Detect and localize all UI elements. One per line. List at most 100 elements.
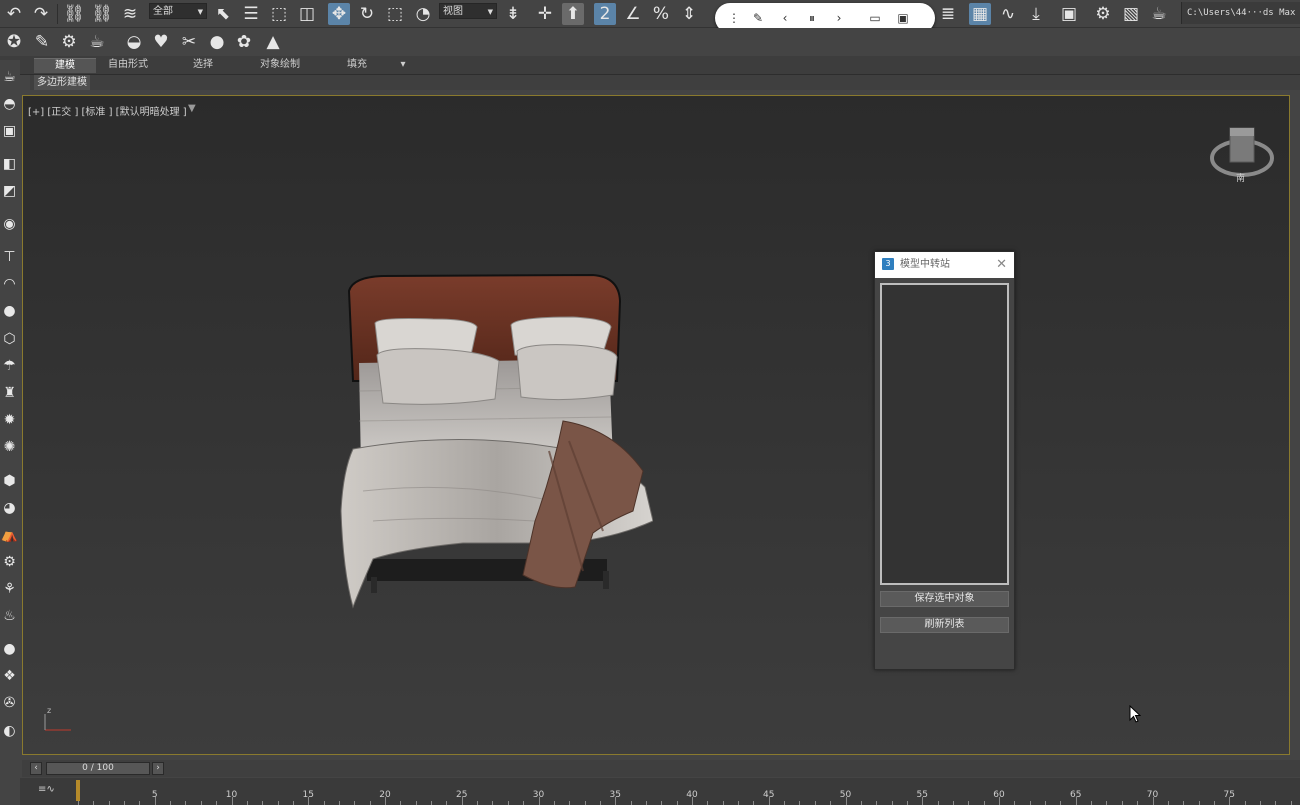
schematic-view-icon[interactable]: ⤓ xyxy=(1025,3,1047,25)
save-selected-button[interactable]: 保存选中对象 xyxy=(880,591,1009,607)
bed-model[interactable] xyxy=(313,271,653,616)
link-icon[interactable]: ⛓ xyxy=(63,3,85,25)
curve-editor-mini-icon[interactable]: ≡∿ xyxy=(38,784,55,795)
unlink-icon[interactable]: ⛓ xyxy=(91,3,113,25)
teapot-icon[interactable]: ☕ xyxy=(86,31,108,53)
ribbon-options-dropdown[interactable]: ▾ xyxy=(392,58,414,72)
annotate-icon[interactable]: ✎ xyxy=(751,11,765,25)
tab-modeling[interactable]: 建模 xyxy=(34,58,96,73)
half-sphere-icon[interactable]: ◠ xyxy=(0,273,19,295)
viewport-label[interactable]: [+] [正交 ] [标准 ] [默认明暗处理 ] xyxy=(28,103,187,118)
tool-icon[interactable]: ⊤ xyxy=(0,246,19,268)
plugin-heart-icon[interactable]: ♥ xyxy=(150,31,172,53)
render-preset-icon[interactable]: ◐ xyxy=(0,720,19,742)
timeline-tick xyxy=(507,801,509,805)
select-object-icon[interactable]: ⬉ xyxy=(212,3,234,25)
tab-populate[interactable]: 填充 xyxy=(326,58,388,72)
keyboard-shortcut-toggle-icon[interactable]: ⬆ xyxy=(562,3,584,25)
modify-file-icon[interactable]: ✎ xyxy=(31,31,53,53)
file-settings-icon[interactable]: ⚙ xyxy=(58,31,80,53)
model-list[interactable] xyxy=(880,283,1009,585)
cube-icon[interactable]: ⬢ xyxy=(0,470,19,492)
next-icon[interactable]: › xyxy=(832,11,846,25)
rotate-icon[interactable]: ↻ xyxy=(356,3,378,25)
next-frame-icon[interactable]: › xyxy=(152,762,164,775)
tab-selection[interactable]: 选择 xyxy=(172,58,234,72)
toggle-ribbon-icon[interactable]: ▦ xyxy=(969,3,991,25)
angle-snap-icon[interactable]: ∠ xyxy=(622,3,644,25)
reference-coord-dropdown[interactable]: 视图 ▼ xyxy=(439,3,497,19)
sun-light-icon[interactable]: ✹ xyxy=(0,409,19,431)
spinner-snap-icon[interactable]: ⇕ xyxy=(678,3,700,25)
dialog-titlebar[interactable]: 3 模型中转站 ✕ xyxy=(875,252,1014,278)
polygon-modeling-label[interactable]: 多边形建模 xyxy=(34,75,90,90)
timeline-tick xyxy=(569,801,571,805)
selection-filter-value: 全部 xyxy=(153,6,173,17)
timeline-tick-label: 15 xyxy=(302,790,314,800)
rendered-frame-window-icon[interactable]: ▧ xyxy=(1120,3,1142,25)
move-icon[interactable]: ✥ xyxy=(328,3,350,25)
extended-primitives-icon[interactable]: ◩ xyxy=(0,180,19,202)
refresh-list-button[interactable]: 刷新列表 xyxy=(880,617,1009,633)
pivot-center-icon[interactable]: ⇟ xyxy=(502,3,524,25)
curve-editor-icon[interactable]: ∿ xyxy=(997,3,1019,25)
tab-freeform[interactable]: 自由形式 xyxy=(97,58,159,72)
filter-icon[interactable]: ▼ xyxy=(188,103,196,114)
previous-icon[interactable]: ‹ xyxy=(778,11,792,25)
save-as-icon[interactable]: ▣ xyxy=(896,11,910,25)
close-icon[interactable]: ✕ xyxy=(996,252,1007,278)
window-crossing-icon[interactable]: ◫ xyxy=(296,3,318,25)
placement-icon[interactable]: ◔ xyxy=(412,3,434,25)
shapes-icon[interactable]: ◧ xyxy=(0,153,19,175)
render-setup-icon[interactable]: ⚙ xyxy=(1092,3,1114,25)
rect-selection-region-icon[interactable]: ⬚ xyxy=(268,3,290,25)
timeline-tick-label: 30 xyxy=(532,790,545,800)
more-icon[interactable]: ⋮ xyxy=(727,11,741,25)
palette-icon[interactable]: ✿ xyxy=(233,31,255,53)
triangle-tool-icon[interactable]: ▲ xyxy=(262,31,284,53)
ball-icon[interactable]: ● xyxy=(0,300,19,322)
material-editor-icon[interactable]: ▣ xyxy=(1058,3,1080,25)
track-bar[interactable]: ≡∿ 5 10 15 20 25 30 35 40 45 50 55 60 65 70 75 xyxy=(0,778,1300,805)
scale-icon[interactable]: ⬚ xyxy=(384,3,406,25)
sphere-icon[interactable]: ◓ xyxy=(0,93,19,115)
light-bulb-icon[interactable]: ● xyxy=(206,31,228,53)
redo-icon[interactable]: ↷ xyxy=(30,3,52,25)
umbrella-icon[interactable]: ☂ xyxy=(0,355,19,377)
percent-snap-icon[interactable]: % xyxy=(650,3,672,25)
search-tool-icon[interactable]: ◒ xyxy=(123,31,145,53)
scatter-icon[interactable]: ❖ xyxy=(0,665,19,687)
teapot-icon[interactable]: ☕ xyxy=(0,66,19,88)
viewcube[interactable]: 南 xyxy=(1209,126,1275,184)
save-icon[interactable]: ▭ xyxy=(868,11,882,25)
select-by-name-icon[interactable]: ☰ xyxy=(240,3,262,25)
grass-icon[interactable]: ⚘ xyxy=(0,578,19,600)
snaps-toggle-icon[interactable]: 2 xyxy=(594,3,616,25)
scene-explorer-icon[interactable]: ✪ xyxy=(3,31,25,53)
tent-icon[interactable]: ⛺ xyxy=(0,524,19,546)
camera-icon[interactable]: ◉ xyxy=(0,213,19,235)
frame-slider[interactable]: 0 / 100 xyxy=(46,762,150,775)
bones-icon[interactable]: ⚙ xyxy=(0,551,19,573)
selection-filter-dropdown[interactable]: 全部 ▼ xyxy=(149,3,207,19)
select-manipulate-icon[interactable]: ✛ xyxy=(534,3,556,25)
render-production-icon[interactable]: ☕ xyxy=(1148,3,1170,25)
undo-icon[interactable]: ↶ xyxy=(3,3,25,25)
material-sphere-icon[interactable]: ● xyxy=(0,638,19,660)
torus-icon[interactable]: ◕ xyxy=(0,497,19,519)
time-playhead[interactable] xyxy=(76,780,80,801)
fire-icon[interactable]: ♨ xyxy=(0,605,19,627)
pipe-icon[interactable]: ✇ xyxy=(0,692,19,714)
bell-icon[interactable]: ♜ xyxy=(0,382,19,404)
geosphere-icon[interactable]: ⬡ xyxy=(0,328,19,350)
pause-icon[interactable]: ⏸ xyxy=(805,11,819,25)
omni-light-icon[interactable]: ✺ xyxy=(0,436,19,458)
bind-to-space-warp-icon[interactable]: ≋ xyxy=(119,3,141,25)
tab-object-paint[interactable]: 对象绘制 xyxy=(248,58,312,72)
layer-explorer-icon[interactable]: ≣ xyxy=(937,3,959,25)
previous-frame-icon[interactable]: ‹ xyxy=(30,762,42,775)
timeline-tick xyxy=(906,801,908,805)
box-icon[interactable]: ▣ xyxy=(0,120,19,142)
perspective-viewport[interactable]: [+] [正交 ] [标准 ] [默认明暗处理 ] ▼ 南 z xyxy=(22,95,1290,755)
cut-icon[interactable]: ✂ xyxy=(178,31,200,53)
